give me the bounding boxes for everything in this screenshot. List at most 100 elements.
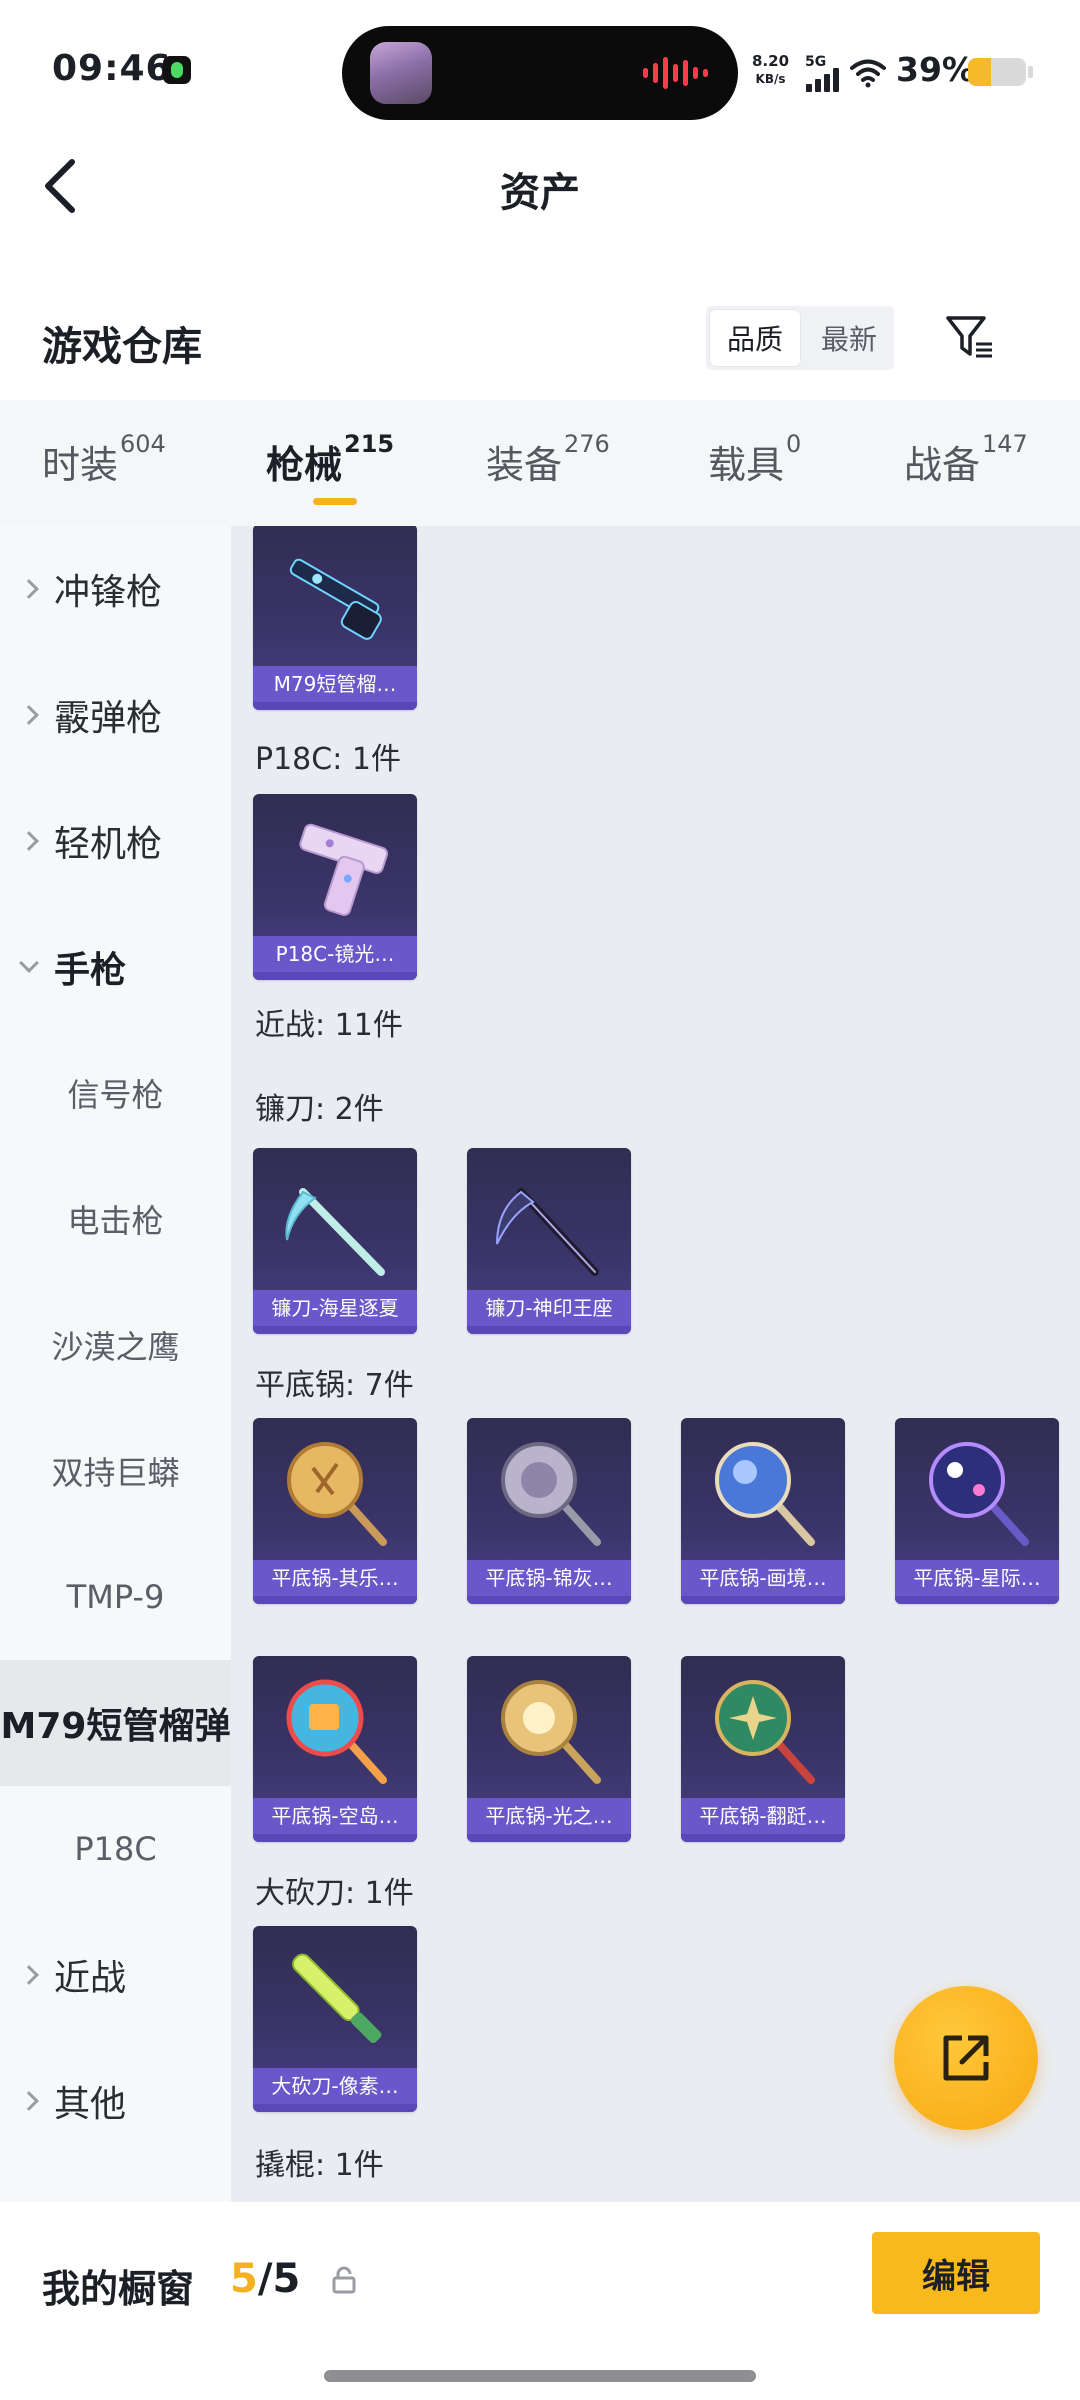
group-label-p18c: P18C: 1件 bbox=[255, 742, 401, 777]
item-card-label: 平底锅-其乐… bbox=[253, 1560, 417, 1596]
tab-tactical-gear[interactable]: 战备147 bbox=[904, 430, 1028, 489]
page-title: 资产 bbox=[500, 170, 580, 216]
sidebar-item-dual-python[interactable]: 双持巨蟒 bbox=[0, 1408, 231, 1534]
sidebar-item-melee[interactable]: 近战 bbox=[0, 1912, 231, 2038]
group-label-pan: 平底锅: 7件 bbox=[255, 1368, 414, 1403]
chevron-right-icon bbox=[19, 1965, 39, 1985]
dynamic-island[interactable] bbox=[342, 26, 738, 120]
item-card-label: 平底锅-光之… bbox=[467, 1798, 631, 1834]
tab-vehicles[interactable]: 载具0 bbox=[708, 430, 801, 489]
sidebar-item-stun-gun[interactable]: 电击枪 bbox=[0, 1156, 231, 1282]
chevron-right-icon bbox=[19, 705, 39, 725]
tab-label: 战备 bbox=[904, 443, 981, 487]
machete-icon bbox=[292, 1953, 382, 2044]
item-card-label: 平底锅-空岛… bbox=[253, 1798, 417, 1834]
battery-percent: 39% bbox=[896, 50, 975, 89]
battery-icon bbox=[968, 58, 1026, 86]
share-external-icon bbox=[943, 2035, 989, 2081]
item-card[interactable]: 平底锅-空岛… bbox=[253, 1656, 417, 1842]
item-card-label: 大砍刀-像素… bbox=[253, 2068, 417, 2104]
item-card[interactable]: M79短管榴… bbox=[253, 526, 417, 710]
item-card[interactable]: 平底锅-其乐… bbox=[253, 1418, 417, 1604]
sidebar-item-flare-gun[interactable]: 信号枪 bbox=[0, 1030, 231, 1156]
sidebar-item-label: 信号枪 bbox=[67, 1076, 164, 1114]
active-tab-indicator bbox=[313, 498, 357, 505]
edit-button[interactable]: 编辑 bbox=[872, 2232, 1040, 2314]
showcase-count: 5/5 bbox=[230, 2256, 300, 2302]
item-card-label: 镰刀-海星逐夏 bbox=[253, 1290, 417, 1326]
network-speed-unit: KB/s bbox=[755, 72, 786, 86]
frying-pan-icon bbox=[715, 1442, 815, 1546]
chevron-down-icon bbox=[19, 953, 39, 973]
sort-toggle: 品质 最新 bbox=[706, 306, 894, 370]
network-speed: 8.20 KB/s bbox=[752, 52, 789, 88]
sidebar-item-label: 沙漠之鹰 bbox=[51, 1328, 180, 1366]
item-card[interactable]: 平底锅-星际… bbox=[895, 1418, 1059, 1604]
battery-level-fill bbox=[968, 58, 991, 86]
grenade-launcher-icon bbox=[289, 558, 382, 640]
item-card-label: 平底锅-翻跹… bbox=[681, 1798, 845, 1834]
item-card[interactable]: 镰刀-海星逐夏 bbox=[253, 1148, 417, 1334]
battery-tip bbox=[1028, 66, 1033, 78]
sidebar-item-label: 冲锋枪 bbox=[54, 572, 163, 613]
item-card-label: 平底锅-星际… bbox=[895, 1560, 1059, 1596]
item-card[interactable]: P18C-镜光… bbox=[253, 794, 417, 980]
item-card[interactable]: 平底锅-光之… bbox=[467, 1656, 631, 1842]
app-notification-icon bbox=[163, 56, 191, 84]
sidebar-item-p18c[interactable]: P18C bbox=[0, 1786, 231, 1912]
tab-count: 604 bbox=[120, 430, 166, 458]
sidebar-item-shotgun[interactable]: 霰弹枪 bbox=[0, 652, 231, 778]
tab-label: 时装 bbox=[42, 443, 119, 487]
tab-equipment[interactable]: 装备276 bbox=[486, 430, 610, 489]
network-speed-value: 8.20 bbox=[752, 52, 790, 70]
sidebar-item-pistol[interactable]: 手枪 bbox=[0, 904, 231, 1030]
status-bar: 09:46 8.20 KB/s 5G 39% bbox=[0, 0, 1080, 130]
home-indicator[interactable] bbox=[324, 2370, 756, 2382]
item-card[interactable]: 平底锅-翻跹… bbox=[681, 1656, 845, 1842]
showcase-count-current: 5 bbox=[230, 2256, 258, 2302]
status-time: 09:46 bbox=[52, 48, 172, 89]
sidebar-item-label: 近战 bbox=[54, 1958, 127, 1999]
tab-firearms[interactable]: 枪械215 bbox=[266, 430, 394, 489]
share-button[interactable] bbox=[894, 1986, 1038, 2130]
wifi-icon bbox=[850, 59, 886, 88]
warehouse-header: 游戏仓库 品质 最新 bbox=[0, 290, 1080, 386]
item-card[interactable]: 大砍刀-像素… bbox=[253, 1926, 417, 2112]
sort-by-newest[interactable]: 最新 bbox=[804, 306, 894, 370]
sidebar-item-smg[interactable]: 冲锋枪 bbox=[0, 526, 231, 652]
group-label-sickle: 镰刀: 2件 bbox=[255, 1092, 384, 1127]
chevron-right-icon bbox=[19, 831, 39, 851]
category-sidebar: 冲锋枪 霰弹枪 轻机枪 手枪 信号枪 电击枪 沙漠之鹰 双持巨蟒 TMP-9 M… bbox=[0, 526, 231, 2202]
frying-pan-icon bbox=[287, 1442, 387, 1546]
sidebar-item-label: 双持巨蟒 bbox=[51, 1454, 180, 1492]
sidebar-item-label: 轻机枪 bbox=[54, 824, 163, 865]
sidebar-item-lmg[interactable]: 轻机枪 bbox=[0, 778, 231, 904]
frying-pan-icon bbox=[929, 1442, 1029, 1546]
sidebar-item-other[interactable]: 其他 bbox=[0, 2038, 231, 2164]
sort-by-quality[interactable]: 品质 bbox=[710, 310, 800, 366]
item-card-label: 平底锅-画境… bbox=[681, 1560, 845, 1596]
group-label-melee: 近战: 11件 bbox=[255, 1008, 403, 1043]
cellular-signal-icon bbox=[806, 66, 840, 92]
sidebar-item-m79[interactable]: M79短管榴弹 bbox=[0, 1660, 231, 1786]
sidebar-item-tmp9[interactable]: TMP-9 bbox=[0, 1534, 231, 1660]
item-card[interactable]: 平底锅-画境… bbox=[681, 1418, 845, 1604]
lock-icon bbox=[332, 2266, 356, 2294]
frying-pan-icon bbox=[286, 1679, 387, 1784]
showcase-count-total: 5 bbox=[272, 2256, 301, 2302]
tab-count: 215 bbox=[344, 430, 395, 458]
sidebar-item-label: M79短管榴弹 bbox=[0, 1706, 231, 1747]
item-card-label: 镰刀-神印王座 bbox=[467, 1290, 631, 1326]
frying-pan-icon bbox=[501, 1680, 601, 1784]
audio-wave-icon bbox=[643, 56, 708, 90]
item-card[interactable]: 平底锅-锦灰… bbox=[467, 1418, 631, 1604]
chevron-right-icon bbox=[19, 2091, 39, 2111]
pistol-icon bbox=[299, 823, 389, 916]
filter-icon[interactable] bbox=[944, 312, 996, 364]
sickle-icon bbox=[496, 1188, 599, 1276]
item-card[interactable]: 镰刀-神印王座 bbox=[467, 1148, 631, 1334]
category-tabs: 时装604 枪械215 装备276 载具0 战备147 bbox=[0, 400, 1080, 526]
chevron-right-icon bbox=[19, 579, 39, 599]
sidebar-item-desert-eagle[interactable]: 沙漠之鹰 bbox=[0, 1282, 231, 1408]
tab-fashion[interactable]: 时装604 bbox=[42, 430, 166, 489]
